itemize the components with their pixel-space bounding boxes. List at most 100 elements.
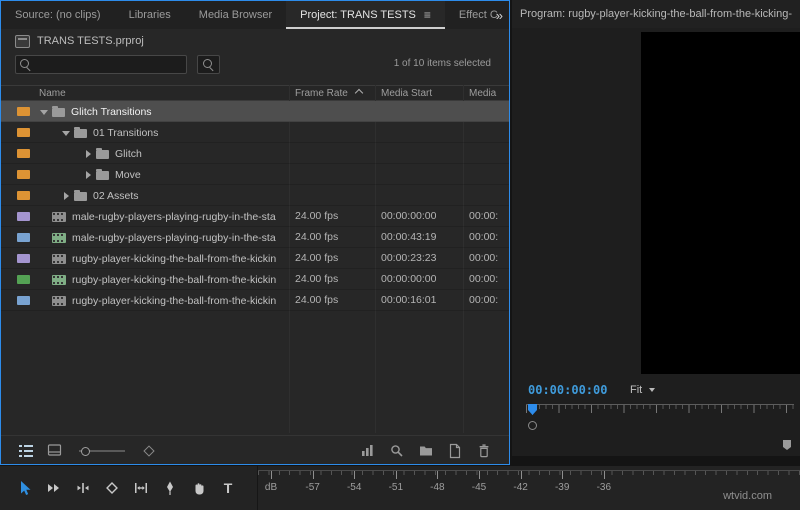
clip-row[interactable]: rugby-player-kicking-the-ball-from-the-k… bbox=[1, 290, 509, 311]
program-timeline-ruler[interactable] bbox=[526, 404, 794, 419]
cell-frame-rate: 24.00 fps bbox=[295, 273, 339, 285]
find-button[interactable] bbox=[388, 443, 406, 459]
search-input[interactable] bbox=[34, 56, 184, 73]
bin-row[interactable]: Glitch bbox=[1, 143, 509, 164]
search-bin-button[interactable] bbox=[197, 55, 220, 74]
track-select-forward-tool[interactable] bbox=[45, 479, 63, 497]
clip-row[interactable]: male-rugby-players-playing-rugby-in-the-… bbox=[1, 206, 509, 227]
item-name: 02 Assets bbox=[93, 189, 139, 202]
search-row: 1 of 10 items selected bbox=[1, 55, 509, 75]
project-panel: Source: (no clips) Libraries Media Browser… bbox=[0, 0, 510, 465]
cell-frame-rate: 24.00 fps bbox=[295, 252, 339, 264]
svg-text:T: T bbox=[224, 480, 233, 496]
bin-row[interactable]: Glitch Transitions bbox=[1, 101, 509, 122]
clip-row[interactable]: rugby-player-kicking-the-ball-from-the-k… bbox=[1, 248, 509, 269]
bin-icon bbox=[74, 127, 87, 138]
meter-major-tick bbox=[312, 471, 314, 479]
meter-scale-label: -48 bbox=[430, 482, 445, 493]
item-name: rugby-player-kicking-the-ball-from-the-k… bbox=[72, 273, 277, 286]
expand-chevron-icon[interactable] bbox=[83, 170, 93, 180]
bin-row[interactable]: Move bbox=[1, 164, 509, 185]
automate-to-sequence-button[interactable] bbox=[359, 443, 377, 459]
label-color-chip[interactable] bbox=[17, 254, 30, 263]
label-color-chip[interactable] bbox=[17, 107, 30, 116]
program-timecode[interactable]: 00:00:00:00 bbox=[528, 383, 607, 397]
column-frame-rate[interactable]: Frame Rate bbox=[295, 87, 364, 101]
meter-major-tick bbox=[520, 471, 522, 479]
column-name[interactable]: Name bbox=[39, 87, 66, 101]
tree-cell: 02 Assets bbox=[1, 185, 289, 206]
scrollbar-handle[interactable] bbox=[528, 421, 537, 430]
label-color-chip[interactable] bbox=[17, 275, 30, 284]
cell-frame-rate: 24.00 fps bbox=[295, 210, 339, 222]
playhead[interactable] bbox=[528, 404, 537, 415]
sort-icons-button[interactable] bbox=[140, 443, 158, 459]
slip-tool[interactable] bbox=[132, 479, 150, 497]
cell-media: 00:00: bbox=[469, 231, 499, 243]
bin-row[interactable]: 01 Transitions bbox=[1, 122, 509, 143]
zoom-slider[interactable] bbox=[79, 446, 125, 456]
label-color-chip[interactable] bbox=[17, 128, 30, 137]
search-box[interactable] bbox=[15, 55, 187, 74]
new-bin-button[interactable] bbox=[417, 443, 435, 459]
tree-cell: Move bbox=[1, 164, 289, 185]
pen-tool[interactable] bbox=[161, 479, 179, 497]
tab-project-trans-tests[interactable]: Project: TRANS TESTS ≡ bbox=[286, 1, 445, 29]
collapse-chevron-icon[interactable] bbox=[61, 128, 71, 138]
label-color-chip[interactable] bbox=[17, 233, 30, 242]
meter-scale-label: dB bbox=[264, 482, 278, 493]
project-footer-toolbar bbox=[1, 435, 509, 464]
label-color-chip[interactable] bbox=[17, 149, 30, 158]
tab-libraries[interactable]: Libraries bbox=[115, 1, 185, 29]
cell-media: 00:00: bbox=[469, 273, 499, 285]
panel-menu-icon[interactable]: ≡ bbox=[424, 8, 431, 22]
new-item-button[interactable] bbox=[446, 443, 464, 459]
tab-label: Source: (no clips) bbox=[15, 9, 101, 21]
hand-tool[interactable] bbox=[190, 479, 208, 497]
bin-icon bbox=[74, 190, 87, 201]
tab-source-no-clips-[interactable]: Source: (no clips) bbox=[1, 1, 115, 29]
tree-cell: rugby-player-kicking-the-ball-from-the-k… bbox=[1, 248, 289, 269]
tab-media-browser[interactable]: Media Browser bbox=[185, 1, 286, 29]
selection-tool[interactable] bbox=[16, 479, 34, 497]
program-tab-bar: Program: rugby-player-kicking-the-ball-f… bbox=[512, 0, 800, 28]
razor-tool[interactable] bbox=[103, 479, 121, 497]
label-color-chip[interactable] bbox=[17, 212, 30, 221]
list-view-button[interactable] bbox=[17, 443, 35, 459]
icon-view-button[interactable] bbox=[46, 443, 64, 459]
zoom-slider-handle[interactable] bbox=[81, 446, 90, 456]
cell-frame-rate: 24.00 fps bbox=[295, 231, 339, 243]
ripple-edit-tool[interactable] bbox=[74, 479, 92, 497]
zoom-level-value: Fit bbox=[630, 384, 643, 396]
tree-cell: Glitch bbox=[1, 143, 289, 164]
meter-major-tick bbox=[479, 471, 480, 479]
project-item-list: Glitch Transitions 01 Transitions Glitch Mo… bbox=[1, 101, 509, 311]
meter-major-tick bbox=[562, 471, 564, 479]
clip-row[interactable]: male-rugby-players-playing-rugby-in-the-… bbox=[1, 227, 509, 248]
column-media-start[interactable]: Media Start bbox=[381, 87, 432, 101]
label-color-chip[interactable] bbox=[17, 296, 30, 305]
program-scrollbar[interactable] bbox=[526, 421, 794, 430]
collapse-chevron-icon[interactable] bbox=[39, 107, 49, 117]
program-tab[interactable]: Program: rugby-player-kicking-the-ball-f… bbox=[520, 8, 792, 20]
column-media[interactable]: Media bbox=[469, 87, 496, 101]
tree-cell: male-rugby-players-playing-rugby-in-the-… bbox=[1, 227, 289, 248]
type-tool[interactable]: T bbox=[219, 479, 237, 497]
cell-frame-rate: 24.00 fps bbox=[295, 294, 339, 306]
expand-chevron-icon[interactable] bbox=[83, 149, 93, 159]
bin-row[interactable]: 02 Assets bbox=[1, 185, 509, 206]
label-color-chip[interactable] bbox=[17, 191, 30, 200]
clip-row[interactable]: rugby-player-kicking-the-ball-from-the-k… bbox=[1, 269, 509, 290]
label-color-chip[interactable] bbox=[17, 170, 30, 179]
zoom-level-select[interactable]: Fit bbox=[630, 384, 656, 396]
expand-chevron-icon[interactable] bbox=[61, 191, 71, 201]
delete-button[interactable] bbox=[475, 443, 493, 459]
meter-scale-label: -51 bbox=[388, 482, 404, 493]
marker-icon[interactable] bbox=[782, 438, 792, 456]
tab-overflow-chevron[interactable]: » bbox=[496, 1, 503, 29]
project-title-row: TRANS TESTS.prproj bbox=[1, 31, 144, 51]
